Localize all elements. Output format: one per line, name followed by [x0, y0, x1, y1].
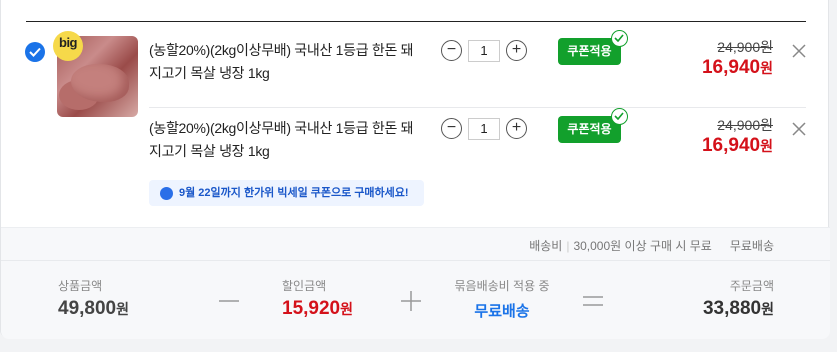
original-price: 24,900원	[717, 117, 773, 133]
quantity-input[interactable]: 1	[468, 118, 500, 140]
close-icon[interactable]	[791, 43, 807, 59]
decrease-button[interactable]: −	[441, 40, 462, 61]
coupon-applied-icon	[611, 30, 628, 47]
sale-price-value: 16,940	[701, 135, 761, 156]
product-title[interactable]: (농할20%)(2kg이상무배) 국내산 1등급 한돈 돼지고기 목살 냉장 1…	[149, 39, 414, 85]
order-amount: 주문금액 33,880원	[703, 277, 774, 320]
sale-price: 16,940원	[702, 57, 773, 79]
shipping-condition: 30,000원 이상 구매 시 무료	[573, 239, 712, 253]
shipping-label: 배송비	[529, 239, 563, 253]
top-divider	[26, 21, 806, 22]
bundle-shipping: 묶음배송비 적용 중 무료배송	[454, 277, 550, 321]
quantity-input[interactable]: 1	[468, 40, 500, 62]
select-checkbox[interactable]	[25, 42, 45, 62]
product-title[interactable]: (농할20%)(2kg이상무배) 국내산 1등급 한돈 돼지고기 목살 냉장 1…	[149, 117, 414, 163]
decrease-button[interactable]: −	[441, 118, 462, 139]
badge-label: big	[59, 35, 78, 50]
coupon-notice-banner[interactable]: 9월 22일까지 한가위 빅세일 쿠폰으로 구매하세요!	[149, 180, 424, 206]
item-divider	[149, 107, 806, 108]
shipping-bar: 배송비 | 30,000원 이상 구매 시 무료 무료배송	[1, 227, 830, 260]
order-amount-label: 주문금액	[729, 279, 774, 293]
sale-price-unit: 원	[760, 60, 773, 76]
order-amount-value: 33,880원	[702, 298, 774, 319]
original-price: 24,900원	[717, 39, 773, 55]
close-icon[interactable]	[791, 121, 807, 137]
product-amount-label: 상품금액	[58, 279, 103, 293]
checkmark-icon	[29, 47, 41, 57]
cart-card: big (농할20%)(2kg이상무배) 국내산 1등급 한돈 돼지고기 목살 …	[0, 0, 830, 339]
info-icon	[160, 187, 173, 200]
big-badge: big	[53, 31, 83, 61]
sale-price-value: 16,940	[701, 57, 761, 78]
order-summary: 상품금액 49,800원 할인금액 15,920원 묶음배송비 적용 중 무료배…	[1, 260, 830, 339]
product-amount-value: 49,800원	[58, 298, 130, 319]
minus-icon	[219, 300, 239, 302]
product-amount: 상품금액 49,800원	[58, 277, 129, 320]
discount-amount: 할인금액 15,920원	[282, 277, 353, 320]
shipping-fee: 무료배송	[729, 239, 774, 253]
equals-icon	[583, 296, 603, 306]
increase-button[interactable]: +	[506, 118, 527, 139]
notice-text: 9월 22일까지 한가위 빅세일 쿠폰으로 구매하세요!	[179, 187, 409, 199]
bundle-shipping-value: 무료배송	[474, 303, 530, 320]
discount-amount-value: 15,920원	[282, 298, 354, 319]
increase-button[interactable]: +	[506, 40, 527, 61]
discount-amount-label: 할인금액	[282, 279, 327, 293]
sale-price: 16,940원	[702, 135, 773, 157]
bundle-shipping-label: 묶음배송비 적용 중	[454, 279, 550, 293]
coupon-applied-icon	[611, 108, 628, 125]
sale-price-unit: 원	[760, 138, 773, 154]
plus-icon	[401, 291, 421, 311]
